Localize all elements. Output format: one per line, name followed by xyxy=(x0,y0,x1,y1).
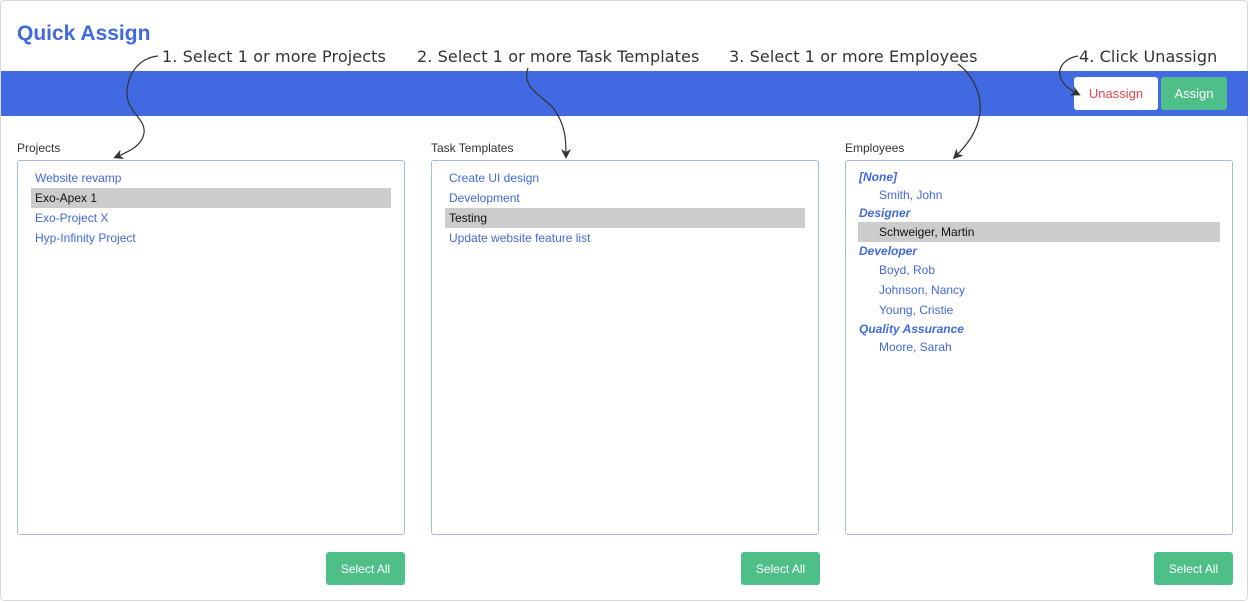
employee-group-header: Designer xyxy=(859,206,911,220)
project-item[interactable]: Website revamp xyxy=(31,168,391,188)
task-template-item[interactable]: Update website feature list xyxy=(445,228,805,248)
annotation-step-3: 3. Select 1 or more Employees xyxy=(729,47,978,66)
employee-group-header: Developer xyxy=(859,244,918,258)
employee-item[interactable]: Young, Cristie xyxy=(858,300,1220,320)
projects-select-all-button[interactable]: Select All xyxy=(326,552,405,585)
employee-item[interactable]: Smith, John xyxy=(858,186,1220,204)
employee-group-header: [None] xyxy=(859,170,897,184)
task-template-item[interactable]: Development xyxy=(445,188,805,208)
projects-listbox[interactable]: Website revamp Exo-Apex 1 Exo-Project X … xyxy=(17,160,405,535)
employees-listbox[interactable]: [None] Smith, John Designer Schweiger, M… xyxy=(845,160,1233,535)
task-templates-label: Task Templates xyxy=(431,141,514,155)
annotation-step-4: 4. Click Unassign xyxy=(1079,47,1218,66)
employee-item-selected[interactable]: Schweiger, Martin xyxy=(858,222,1220,242)
project-item[interactable]: Hyp-Infinity Project xyxy=(31,228,391,248)
employees-label: Employees xyxy=(845,141,905,155)
annotation-step-1: 1. Select 1 or more Projects xyxy=(162,47,386,66)
employee-item[interactable]: Johnson, Nancy xyxy=(858,280,1220,300)
projects-label: Projects xyxy=(17,141,61,155)
project-item[interactable]: Exo-Project X xyxy=(31,208,391,228)
employee-group-header: Quality Assurance xyxy=(859,322,964,336)
employee-item[interactable]: Moore, Sarah xyxy=(858,338,1220,356)
action-toolbar xyxy=(1,71,1248,116)
task-template-item-selected[interactable]: Testing xyxy=(445,208,805,228)
employee-item[interactable]: Boyd, Rob xyxy=(858,260,1220,280)
task-templates-listbox[interactable]: Create UI design Development Testing Upd… xyxy=(431,160,819,535)
assign-button[interactable]: Assign xyxy=(1161,77,1227,110)
annotation-step-2: 2. Select 1 or more Task Templates xyxy=(417,47,700,66)
page-title: Quick Assign xyxy=(17,22,151,45)
employees-select-all-button[interactable]: Select All xyxy=(1154,552,1233,585)
task-template-item[interactable]: Create UI design xyxy=(445,168,805,188)
task-templates-select-all-button[interactable]: Select All xyxy=(741,552,820,585)
project-item-selected[interactable]: Exo-Apex 1 xyxy=(31,188,391,208)
unassign-button[interactable]: Unassign xyxy=(1074,77,1158,110)
